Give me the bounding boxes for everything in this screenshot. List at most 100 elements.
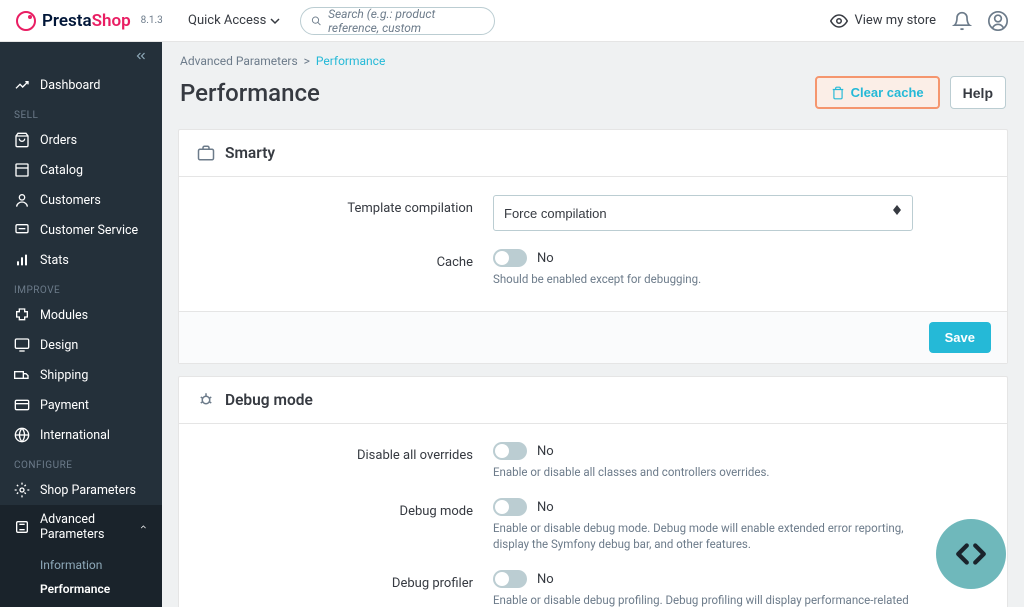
- store-icon: [14, 162, 30, 178]
- debug-card-header: Debug mode: [179, 377, 1007, 424]
- sidebar-item-customers[interactable]: Customers: [0, 185, 162, 215]
- debug-profiler-value: No: [537, 572, 554, 587]
- clear-cache-label: Clear cache: [851, 85, 924, 100]
- user-avatar-icon[interactable]: [988, 11, 1008, 31]
- search-placeholder: Search (e.g.: product reference, custom: [328, 7, 484, 35]
- sidebar-item-shipping[interactable]: Shipping: [0, 360, 162, 390]
- breadcrumb: Advanced Parameters > Performance: [162, 42, 1024, 72]
- code-icon: [954, 537, 988, 571]
- sidebar-collapse-toggle[interactable]: [0, 42, 162, 70]
- sidebar-item-catalog[interactable]: Catalog: [0, 155, 162, 185]
- debug-mode-help: Enable or disable debug mode. Debug mode…: [493, 520, 913, 552]
- view-store-label: View my store: [854, 13, 936, 28]
- smarty-card-body: Template compilation Force compilation C…: [179, 177, 1007, 311]
- quick-access-dropdown[interactable]: Quick Access: [188, 13, 280, 28]
- trash-icon: [831, 86, 845, 100]
- debug-profiler-toggle[interactable]: [493, 570, 527, 588]
- chat-icon: [14, 222, 30, 238]
- logo-icon: [16, 11, 36, 31]
- sidebar-dashboard-label: Dashboard: [40, 78, 100, 93]
- breadcrumb-current: Performance: [316, 54, 385, 68]
- sidebar-label: Payment: [40, 398, 89, 413]
- page-title: Performance: [180, 79, 320, 107]
- search-input[interactable]: Search (e.g.: product reference, custom: [300, 7, 495, 35]
- sidebar-item-design[interactable]: Design: [0, 330, 162, 360]
- debug-profiler-control: No Enable or disable debug profiling. De…: [493, 570, 913, 607]
- sidebar-label: Design: [40, 338, 78, 353]
- template-compilation-select[interactable]: Force compilation: [493, 195, 913, 231]
- search-icon: [311, 14, 322, 28]
- double-chevron-left-icon: [134, 49, 148, 63]
- user-icon: [14, 192, 30, 208]
- disable-overrides-row: Disable all overrides No Enable or disab…: [203, 442, 983, 480]
- sidebar-label: International: [40, 428, 110, 443]
- sidebar-label: Shipping: [40, 368, 88, 383]
- fab-code-button[interactable]: [936, 519, 1006, 589]
- sidebar-heading-improve: IMPROVE: [0, 275, 162, 300]
- sliders-icon: [14, 519, 30, 535]
- sidebar-sub-performance[interactable]: Performance: [0, 577, 162, 601]
- quick-access-label: Quick Access: [188, 13, 266, 28]
- cache-help-text: Should be enabled except for debugging.: [493, 271, 913, 287]
- monitor-icon: [14, 337, 30, 353]
- debug-card-body: Disable all overrides No Enable or disab…: [179, 424, 1007, 607]
- sidebar-label: Stats: [40, 253, 69, 268]
- sidebar-label: Shop Parameters: [40, 483, 136, 498]
- chevron-up-icon: [139, 521, 148, 533]
- help-button[interactable]: Help: [950, 76, 1006, 109]
- sidebar-item-advanced-parameters[interactable]: Advanced Parameters: [0, 505, 162, 549]
- bug-icon: [197, 391, 215, 409]
- cache-row: Cache No Should be enabled except for de…: [203, 249, 983, 287]
- template-compilation-row: Template compilation Force compilation: [203, 195, 983, 231]
- sidebar-item-modules[interactable]: Modules: [0, 300, 162, 330]
- globe-icon: [14, 427, 30, 443]
- sidebar-label: Customers: [40, 193, 101, 208]
- credit-card-icon: [14, 397, 30, 413]
- smarty-card-footer: Save: [179, 311, 1007, 363]
- sidebar-label: Modules: [40, 308, 88, 323]
- disable-overrides-label: Disable all overrides: [203, 442, 493, 463]
- debug-mode-toggle[interactable]: [493, 498, 527, 516]
- briefcase-icon: [197, 144, 215, 162]
- brand-logo[interactable]: PrestaShop 8.1.3: [16, 11, 178, 31]
- debug-mode-control: No Enable or disable debug mode. Debug m…: [493, 498, 913, 552]
- sidebar-item-dashboard[interactable]: Dashboard: [0, 70, 162, 100]
- eye-icon: [830, 12, 848, 30]
- sidebar-item-international[interactable]: International: [0, 420, 162, 450]
- gear-icon: [14, 482, 30, 498]
- sidebar-item-payment[interactable]: Payment: [0, 390, 162, 420]
- view-store-link[interactable]: View my store: [830, 12, 936, 30]
- save-button[interactable]: Save: [929, 322, 991, 353]
- disable-overrides-toggle[interactable]: [493, 442, 527, 460]
- breadcrumb-parent[interactable]: Advanced Parameters: [180, 54, 298, 68]
- sidebar-sub-administration[interactable]: Administration: [0, 601, 162, 607]
- sidebar-item-stats[interactable]: Stats: [0, 245, 162, 275]
- debug-profiler-help: Enable or disable debug profiling. Debug…: [493, 592, 913, 607]
- puzzle-icon: [14, 307, 30, 323]
- debug-mode-row: Debug mode No Enable or disable debug mo…: [203, 498, 983, 552]
- clear-cache-button[interactable]: Clear cache: [815, 76, 940, 109]
- topbar-right: View my store: [830, 11, 1008, 31]
- sidebar-label: Catalog: [40, 163, 83, 178]
- sidebar-submenu: Information Performance Administration E…: [0, 549, 162, 607]
- sidebar-sub-information[interactable]: Information: [0, 553, 162, 577]
- trending-up-icon: [14, 77, 30, 93]
- cache-value: No: [537, 251, 554, 266]
- template-compilation-label: Template compilation: [203, 195, 493, 216]
- brand-name: PrestaShop: [42, 11, 131, 31]
- topbar: PrestaShop 8.1.3 Quick Access Search (e.…: [0, 0, 1024, 42]
- shopping-bag-icon: [14, 132, 30, 148]
- sidebar-item-customer-service[interactable]: Customer Service: [0, 215, 162, 245]
- sidebar-item-shop-parameters[interactable]: Shop Parameters: [0, 475, 162, 505]
- debug-profiler-row: Debug profiler No Enable or disable debu…: [203, 570, 983, 607]
- sidebar-item-orders[interactable]: Orders: [0, 125, 162, 155]
- bell-icon[interactable]: [952, 11, 972, 31]
- sidebar-heading-sell: SELL: [0, 100, 162, 125]
- sidebar-label: Advanced Parameters: [40, 512, 129, 542]
- sidebar-label: Orders: [40, 133, 77, 148]
- header-actions: Clear cache Help: [815, 76, 1006, 109]
- debug-mode-label: Debug mode: [203, 498, 493, 519]
- cache-control: No Should be enabled except for debuggin…: [493, 249, 913, 287]
- brand-version: 8.1.3: [141, 15, 163, 26]
- cache-toggle[interactable]: [493, 249, 527, 267]
